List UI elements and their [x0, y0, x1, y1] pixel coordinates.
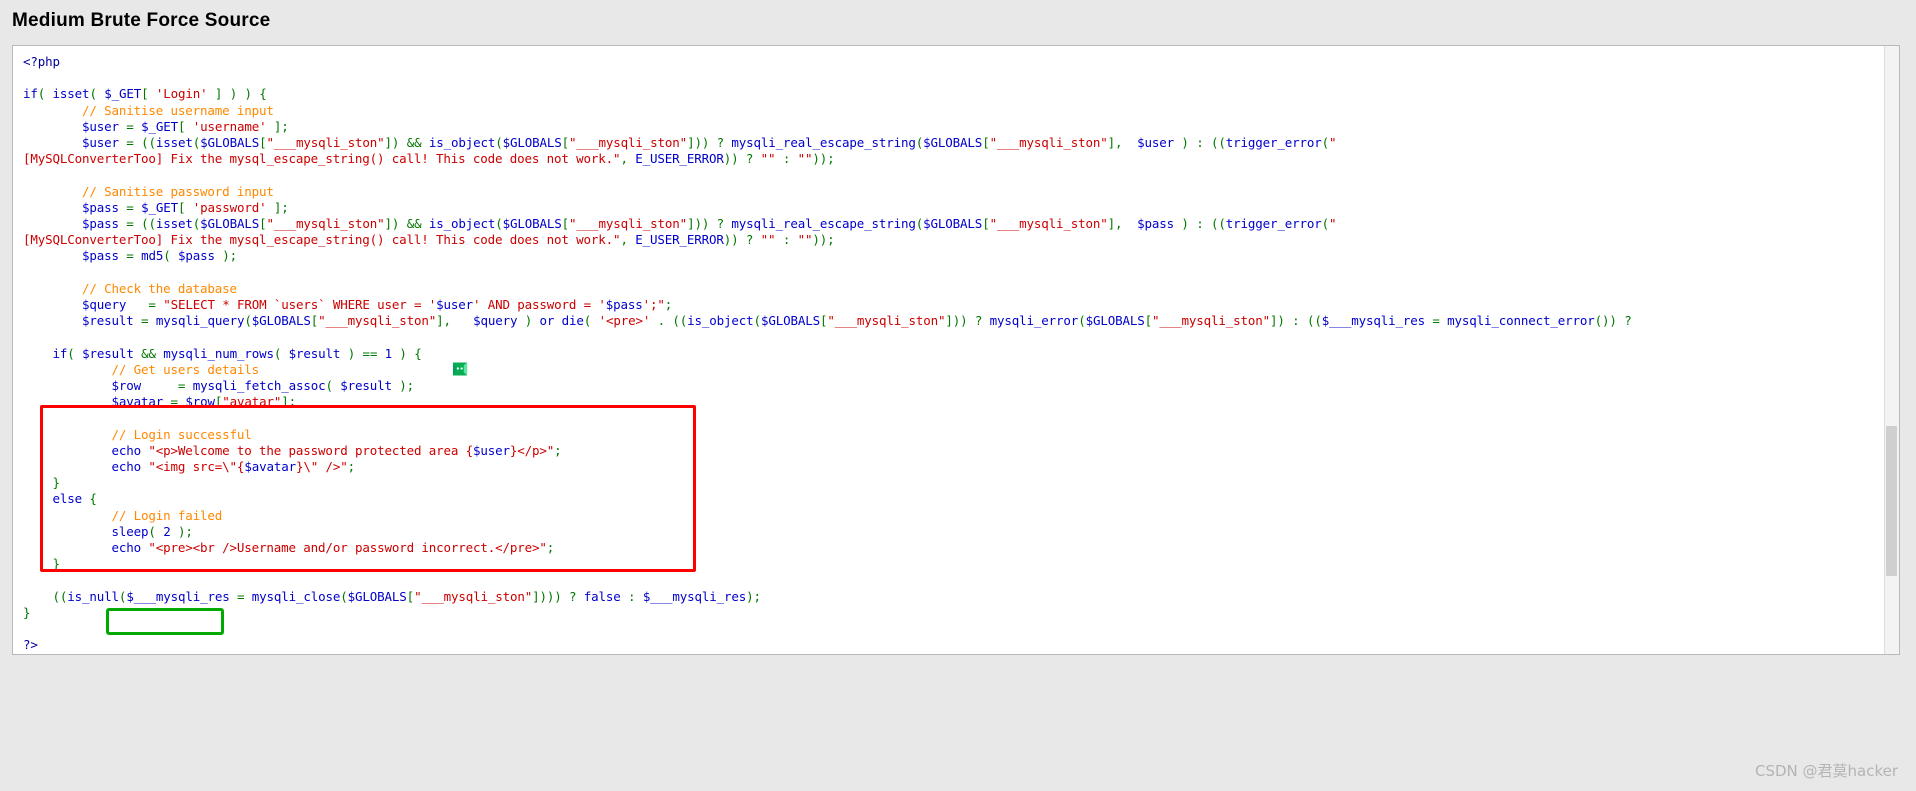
vertical-scrollbar[interactable]	[1884, 46, 1899, 654]
source-code-panel: <?php if( isset( $_GET[ 'Login' ] ) ) { …	[12, 45, 1900, 655]
green-message-bubble-icon	[447, 356, 473, 382]
watermark-text: CSDN @君莫hacker	[1754, 762, 1898, 780]
scrollbar-thumb[interactable]	[1886, 426, 1897, 576]
page-title: Medium Brute Force Source	[12, 10, 271, 31]
code-scroll-area[interactable]: <?php if( isset( $_GET[ 'Login' ] ) ) { …	[13, 46, 1885, 654]
php-source-code: <?php if( isset( $_GET[ 'Login' ] ) ) { …	[23, 54, 1632, 653]
